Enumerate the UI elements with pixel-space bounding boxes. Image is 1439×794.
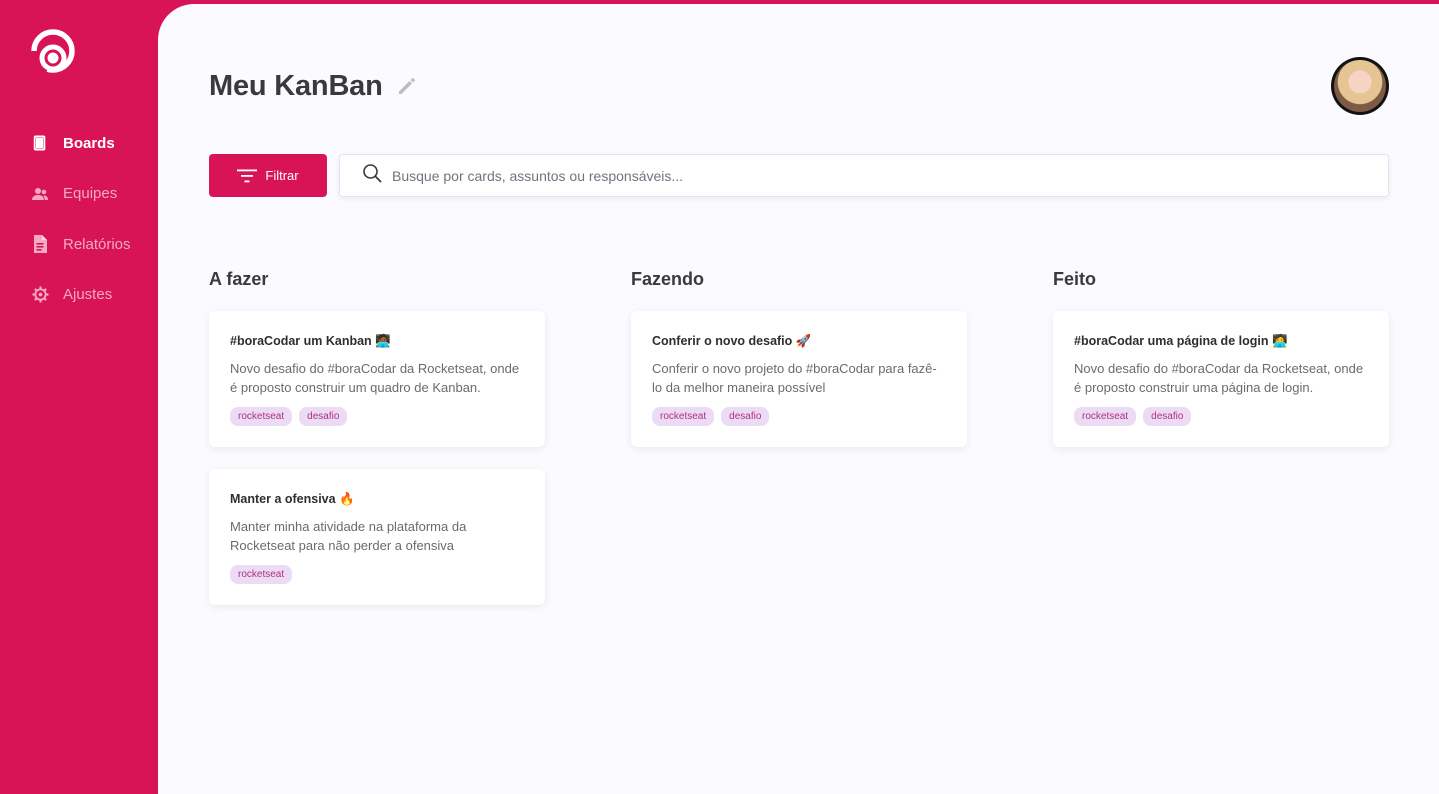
search-bar	[339, 154, 1389, 197]
sidebar-item-ajustes[interactable]: Ajustes	[31, 283, 131, 307]
card-title: Conferir o novo desafio 🚀	[652, 334, 812, 348]
page-title: Meu KanBan	[209, 70, 383, 102]
column-feito: Feito #boraCodar uma página de login 🧑‍💻…	[1053, 269, 1389, 469]
search-icon	[362, 163, 382, 188]
sidebar-item-label: Equipes	[63, 185, 118, 202]
sidebar-item-label: Ajustes	[63, 286, 113, 303]
user-avatar[interactable]	[1331, 57, 1389, 115]
tag-badge[interactable]: desafio	[721, 407, 770, 426]
sidebar-item-label: Relatórios	[63, 235, 131, 253]
sidebar-item-equipes[interactable]: Equipes	[31, 182, 131, 206]
avatar-image	[1334, 60, 1386, 112]
sidebar: Boards Equipes Relatórios Ajustes	[0, 0, 158, 794]
board-icon	[31, 134, 49, 152]
title-row: Meu KanBan	[209, 70, 417, 103]
tag-badge[interactable]: rocketseat	[230, 407, 293, 426]
tag-badge[interactable]: desafio	[1143, 407, 1192, 426]
card-description: Conferir o novo projeto do #boraCodar pa…	[652, 361, 937, 395]
sidebar-nav: Boards Equipes Relatórios Ajustes	[31, 131, 131, 333]
search-input[interactable]	[392, 167, 1292, 184]
kanban-card[interactable]: Conferir o novo desafio 🚀 Conferir o nov…	[631, 311, 967, 447]
tag-badge[interactable]: desafio	[299, 407, 348, 426]
kanban-card[interactable]: #boraCodar um Kanban 🧑🏾‍💻 Novo desafio d…	[209, 311, 545, 447]
column-title: A fazer	[209, 269, 269, 289]
filter-button[interactable]: Filtrar	[209, 154, 327, 197]
card-title: Manter a ofensiva 🔥	[230, 492, 355, 506]
pencil-icon[interactable]	[395, 76, 417, 98]
card-tags: rocketseat desafio	[230, 407, 524, 426]
main-content: Meu KanBan Filtrar A fazer #boraCodar um…	[158, 4, 1439, 794]
filter-icon	[237, 169, 258, 183]
rocket-logo-icon[interactable]	[30, 27, 76, 75]
card-tags: rocketseat	[230, 565, 524, 584]
report-icon	[31, 235, 49, 253]
kanban-card[interactable]: #boraCodar uma página de login 🧑‍💻 Novo …	[1053, 311, 1389, 447]
sidebar-item-boards[interactable]: Boards	[31, 131, 131, 155]
card-title: #boraCodar um Kanban 🧑🏾‍💻	[230, 334, 391, 348]
column-fazendo: Fazendo Conferir o novo desafio 🚀 Confer…	[631, 269, 967, 469]
card-tags: rocketseat desafio	[1074, 407, 1368, 426]
card-title: #boraCodar uma página de login 🧑‍💻	[1074, 334, 1288, 348]
tag-badge[interactable]: rocketseat	[230, 565, 293, 584]
card-description: Novo desafio do #boraCodar da Rocketseat…	[1074, 361, 1364, 395]
column-a-fazer: A fazer #boraCodar um Kanban 🧑🏾‍💻 Novo d…	[209, 269, 545, 627]
column-title: Fazendo	[631, 269, 705, 289]
sidebar-item-label: Boards	[63, 134, 115, 152]
sidebar-item-relatorios[interactable]: Relatórios	[31, 232, 131, 256]
column-title: Feito	[1053, 269, 1096, 289]
filter-label: Filtrar	[265, 168, 299, 183]
card-description: Novo desafio do #boraCodar da Rocketseat…	[230, 361, 520, 395]
card-tags: rocketseat desafio	[652, 407, 946, 426]
card-description: Manter minha atividade na plataforma da …	[230, 519, 467, 553]
team-icon	[31, 185, 49, 203]
kanban-card[interactable]: Manter a ofensiva 🔥 Manter minha ativida…	[209, 469, 545, 605]
gear-icon	[31, 286, 49, 304]
tag-badge[interactable]: rocketseat	[1074, 407, 1137, 426]
tag-badge[interactable]: rocketseat	[652, 407, 715, 426]
